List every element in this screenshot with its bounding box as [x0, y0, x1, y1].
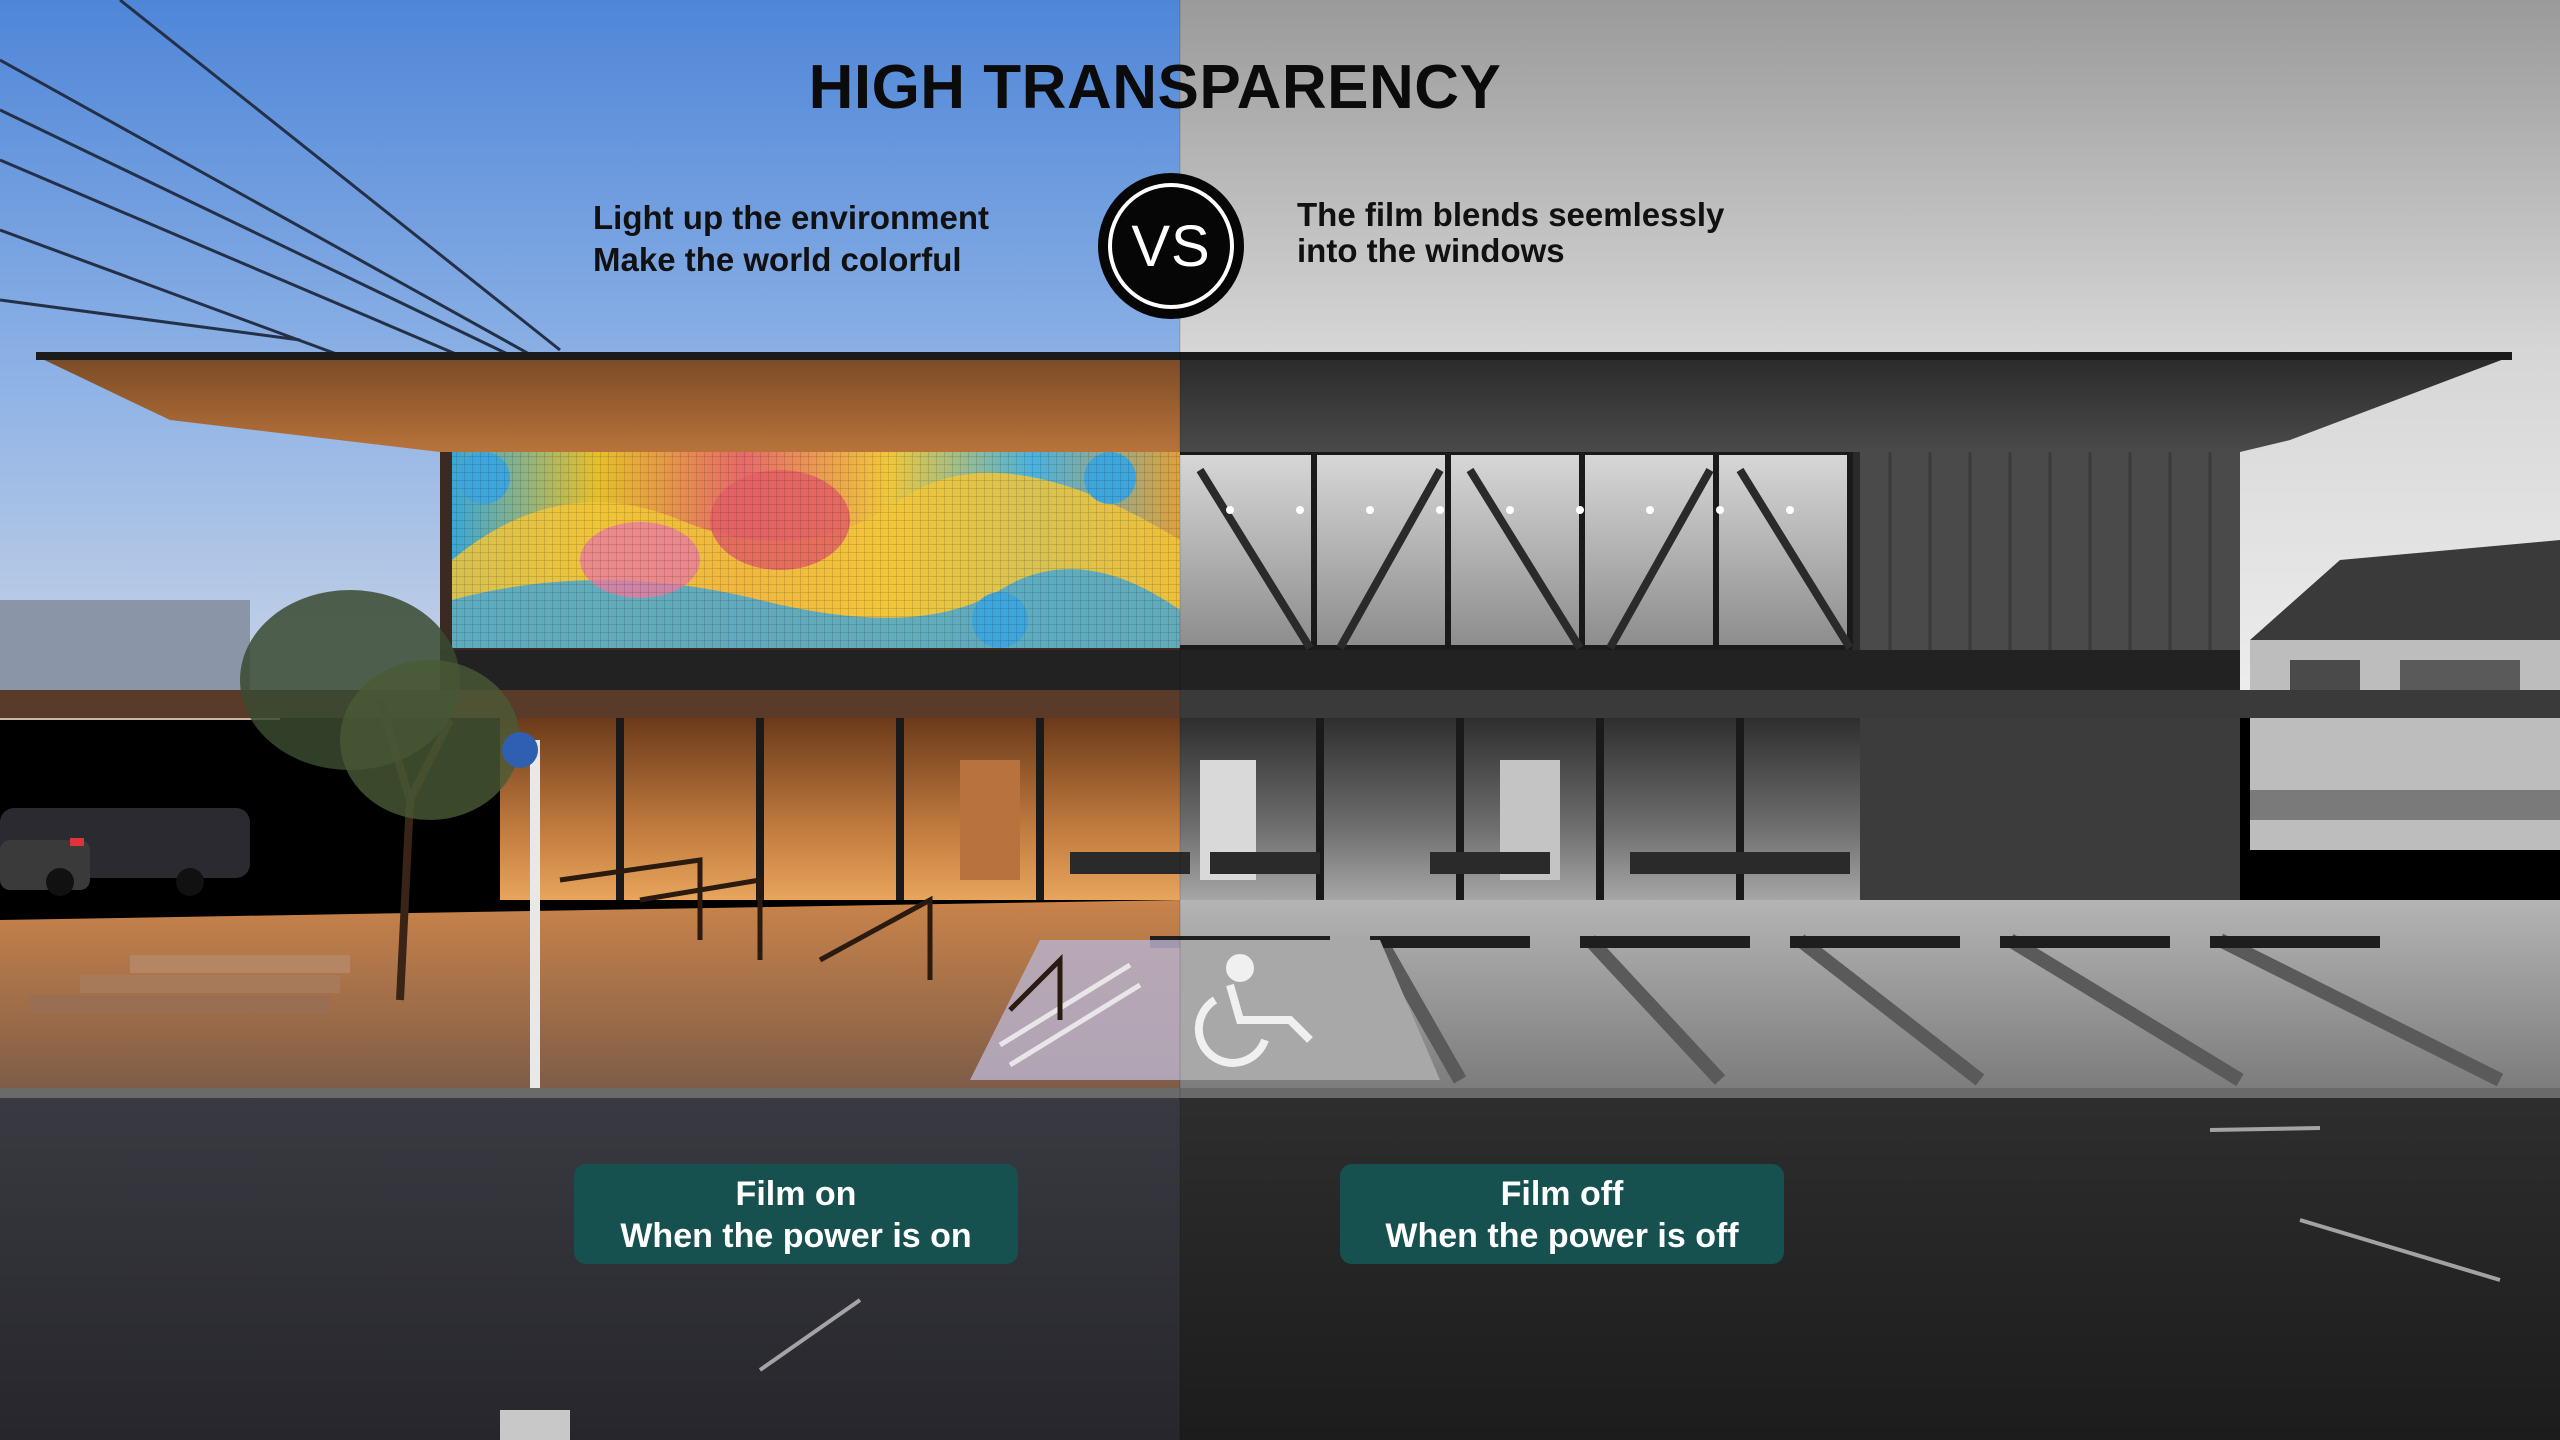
film-off-title: Film off	[1500, 1175, 1624, 1213]
road-color	[0, 1090, 1180, 1440]
canopy-color	[0, 690, 1180, 718]
film-on-title: Film on	[735, 1175, 857, 1213]
film-off-label: Film off When the power is off	[1340, 1164, 1784, 1264]
led-film-artwork	[452, 452, 1180, 648]
right-claim: The film blends seemlessly into the wind…	[1297, 197, 1724, 269]
left-claim: Light up the environment Make the world …	[593, 197, 989, 281]
vs-text: VS	[1131, 213, 1211, 279]
parked-cars	[0, 808, 250, 896]
film-on-subtitle: When the power is on	[620, 1217, 972, 1255]
left-claim-line-1: Light up the environment	[593, 199, 989, 236]
clear-glass-windows	[1180, 449, 1854, 651]
film-on-label: Film on When the power is on	[574, 1164, 1018, 1264]
page-title: HIGH TRANSPARENCY	[808, 53, 1502, 122]
right-claim-line-2: into the windows	[1297, 232, 1565, 269]
film-off-subtitle: When the power is off	[1385, 1217, 1739, 1255]
right-claim-line-1: The film blends seemlessly	[1297, 196, 1725, 233]
road-gray	[1180, 1090, 2560, 1440]
building-photo	[0, 0, 2560, 1440]
comparison-slide: HIGH TRANSPARENCY Light up the environme…	[0, 0, 2560, 1440]
left-claim-line-2: Make the world colorful	[593, 241, 962, 278]
vs-badge: VS	[1098, 173, 1244, 319]
canopy-gray	[1180, 690, 2560, 718]
